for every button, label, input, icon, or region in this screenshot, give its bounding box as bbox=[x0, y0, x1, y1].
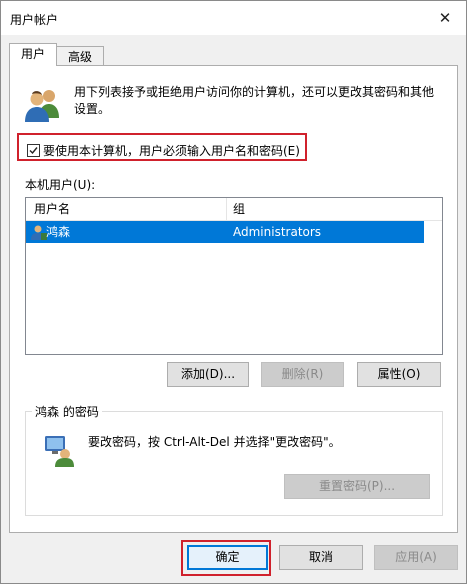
remove-user-button[interactable]: 删除(R) bbox=[261, 362, 344, 387]
users-icon bbox=[23, 84, 63, 124]
column-divider[interactable] bbox=[226, 198, 227, 220]
users-tab-panel: 用下列表接予或拒绝用户访问你的计算机，还可以更改其密码和其他设置。 要使用本计算… bbox=[9, 65, 458, 533]
row-username: 鸿森 bbox=[46, 225, 71, 239]
users-list[interactable]: 用户名 组 鸿森 Administrators bbox=[25, 197, 443, 355]
window-title: 用户帐户 bbox=[10, 13, 59, 27]
add-user-button[interactable]: 添加(D)... bbox=[167, 362, 249, 387]
ok-button-highlight bbox=[181, 540, 271, 576]
column-header-username[interactable]: 用户名 bbox=[34, 198, 70, 220]
title-bar: 用户帐户 ✕ bbox=[1, 1, 466, 35]
password-group-title: 鸿森 的密码 bbox=[32, 403, 102, 420]
cancel-button[interactable]: 取消 bbox=[279, 545, 363, 570]
table-row[interactable]: 鸿森 Administrators bbox=[26, 221, 424, 243]
checkmark-icon bbox=[29, 147, 38, 155]
require-login-checkbox[interactable] bbox=[27, 144, 40, 157]
password-group: 鸿森 的密码 要改密码，按 Ctrl-Alt-Del 并选择"更改密码"。 重置… bbox=[25, 403, 443, 516]
user-accounts-dialog: 用户帐户 ✕ 用户 高级 用下列表接予或拒绝用户访问你的计算机，还可以更改其密码… bbox=[0, 0, 467, 584]
password-key-icon bbox=[43, 434, 75, 468]
properties-button[interactable]: 属性(O) bbox=[357, 362, 441, 387]
row-group: Administrators bbox=[233, 225, 322, 239]
close-icon[interactable]: ✕ bbox=[432, 5, 458, 31]
tab-advanced[interactable]: 高级 bbox=[56, 46, 104, 67]
require-login-label[interactable]: 要使用本计算机，用户必须输入用户名和密码(E) bbox=[43, 142, 300, 159]
column-header-group[interactable]: 组 bbox=[233, 198, 245, 220]
description-text: 用下列表接予或拒绝用户访问你的计算机，还可以更改其密码和其他设置。 bbox=[74, 85, 435, 116]
list-header: 用户名 组 bbox=[26, 198, 442, 221]
apply-button[interactable]: 应用(A) bbox=[374, 545, 458, 570]
reset-password-button[interactable]: 重置密码(P)... bbox=[284, 474, 430, 499]
tab-users[interactable]: 用户 bbox=[9, 43, 57, 66]
local-users-label: 本机用户(U): bbox=[25, 178, 96, 192]
password-change-text: 要改密码，按 Ctrl-Alt-Del 并选择"更改密码"。 bbox=[88, 435, 341, 449]
